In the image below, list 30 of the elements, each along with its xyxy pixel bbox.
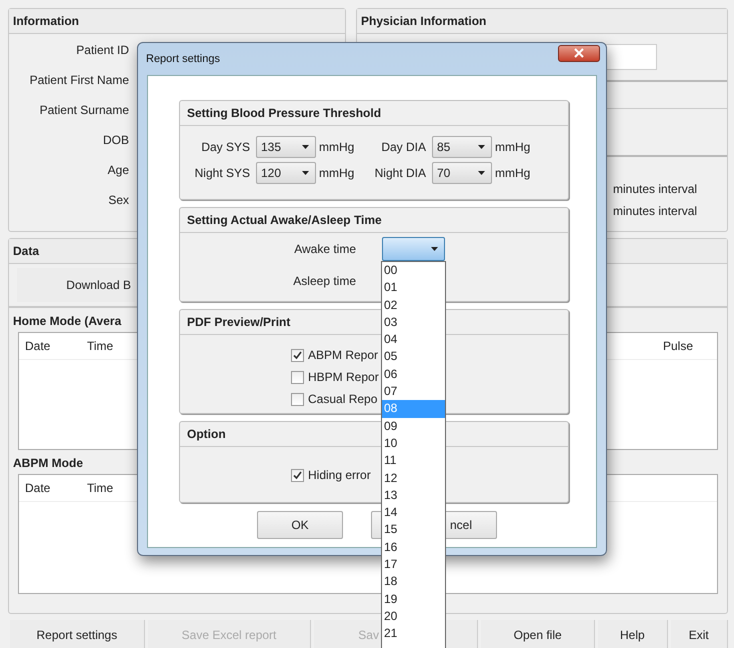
time-label: Asleep time (292, 274, 356, 288)
panel-title: Physician Information (357, 9, 727, 34)
field-label: Patient Surname (40, 102, 129, 118)
unit-label: mmHg (494, 166, 532, 180)
field-label: Patient First Name (30, 72, 129, 88)
field-label: Age (108, 162, 129, 178)
threshold-label: Day DIA (380, 140, 427, 154)
field-label: Patient ID (76, 42, 129, 58)
threshold-label: Day SYS (200, 140, 251, 154)
unit-label: mmHg (318, 166, 356, 180)
field-label: DOB (102, 132, 129, 148)
unit-label: mmHg (318, 140, 356, 154)
group-title: Setting Blood Pressure Threshold (180, 101, 568, 126)
time-label: Awake time (293, 242, 356, 256)
unit-label: mmHg (494, 140, 532, 154)
section-title: ABPM Mode (12, 455, 84, 472)
column-header: Pulse (663, 339, 694, 353)
threshold-label: Night SYS (194, 166, 251, 180)
threshold-label: Night DIA (374, 166, 427, 180)
field-label: Sex (108, 192, 129, 208)
column-header: Time (87, 481, 114, 495)
section-title: Home Mode (Avera (12, 313, 122, 330)
panel-title: Information (9, 9, 345, 34)
interval-label: minutes interval (613, 203, 698, 219)
column-header: Time (87, 339, 114, 353)
column-header: Date (25, 339, 52, 353)
column-header: Date (25, 481, 52, 495)
window-title: Report settings (146, 53, 220, 65)
interval-label: minutes interval (613, 181, 698, 197)
group-title: Setting Actual Awake/Asleep Time (180, 208, 568, 233)
